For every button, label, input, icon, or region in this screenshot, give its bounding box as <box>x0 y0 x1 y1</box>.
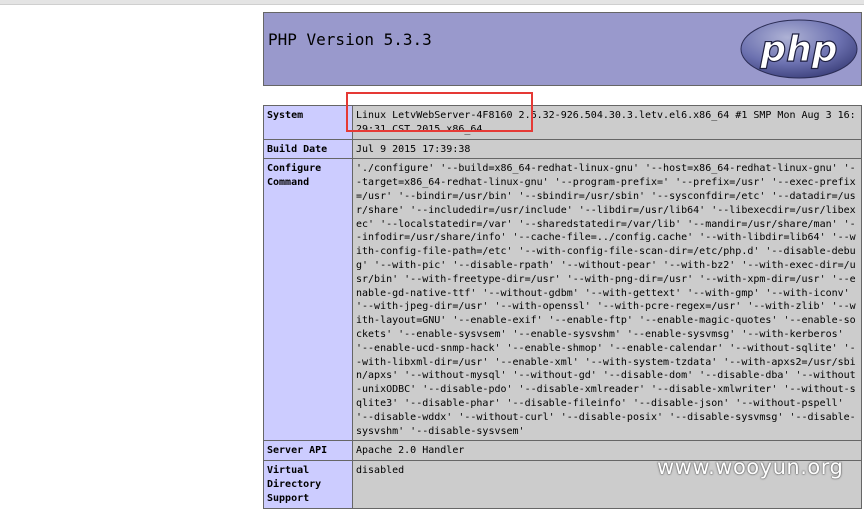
php-logo-icon: php <box>740 19 858 79</box>
table-row: Build Date Jul 9 2015 17:39:38 <box>263 138 862 160</box>
row-label: Virtual Directory Support <box>263 460 353 509</box>
row-label: Build Date <box>263 138 353 160</box>
row-value: Linux LetvWebServer-4F8160 2.6.32-926.50… <box>352 105 862 140</box>
table-row: Configure Command './configure' '--build… <box>263 158 862 442</box>
row-label: Configure Command <box>263 158 353 442</box>
phpinfo-table: System Linux LetvWebServer-4F8160 2.6.32… <box>263 105 862 509</box>
page-title: PHP Version 5.3.3 <box>268 30 432 49</box>
row-value: './configure' '--build=x86_64-redhat-lin… <box>352 158 862 442</box>
phpinfo-header: PHP Version 5.3.3 php <box>263 12 862 86</box>
table-row: System Linux LetvWebServer-4F8160 2.6.32… <box>263 105 862 140</box>
watermark-text: www.wooyun.org <box>657 455 844 479</box>
row-value: Jul 9 2015 17:39:38 <box>352 138 862 160</box>
browser-top-edge <box>0 0 864 5</box>
svg-text:php: php <box>759 29 837 70</box>
row-label: System <box>263 105 353 140</box>
row-label: Server API <box>263 440 353 462</box>
